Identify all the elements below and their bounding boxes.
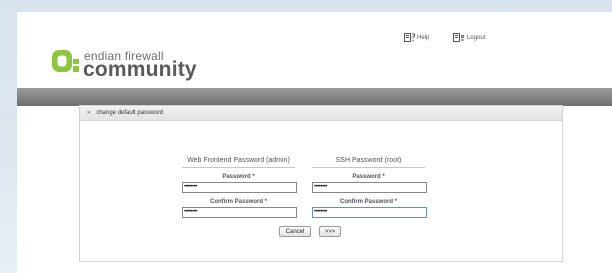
top-links: Help Logout — [404, 33, 507, 44]
panel-header: » change default password — [80, 106, 562, 121]
logo-text-bottom: community — [83, 58, 197, 81]
web-confirm-input[interactable] — [182, 207, 297, 218]
panel-title: change default password — [96, 110, 164, 116]
logout-link-label: Logout — [467, 34, 486, 41]
panel-header-arrows: » — [87, 110, 91, 116]
ssh-password-label: Password * — [352, 174, 385, 180]
ssh-password-input[interactable] — [312, 182, 427, 193]
help-link-label: Help — [417, 34, 430, 41]
web-password-title: Web Frontend Password (admin) — [182, 157, 295, 168]
ssh-password-column: SSH Password (root) Password * Confirm P… — [312, 157, 427, 218]
endian-logo-icon — [52, 50, 79, 72]
web-password-column: Web Frontend Password (admin) Password *… — [182, 157, 297, 218]
header-bar — [17, 88, 612, 106]
ssh-confirm-label: Confirm Password * — [339, 199, 397, 205]
web-confirm-label: Confirm Password * — [209, 199, 267, 205]
logout-link[interactable]: Logout — [453, 33, 485, 42]
ssh-password-title: SSH Password (root) — [312, 157, 425, 168]
web-password-input[interactable] — [182, 182, 297, 193]
next-button[interactable]: >>> — [319, 226, 341, 237]
help-icon — [404, 33, 415, 42]
page: endian firewall community Help Logout » … — [17, 12, 612, 273]
web-password-label: Password * — [222, 174, 255, 180]
cancel-button[interactable]: Cancel — [279, 226, 311, 237]
help-link[interactable]: Help — [404, 33, 429, 42]
logout-icon — [453, 33, 465, 42]
ssh-confirm-input[interactable] — [312, 207, 427, 218]
endian-logo: endian firewall community — [51, 43, 197, 91]
